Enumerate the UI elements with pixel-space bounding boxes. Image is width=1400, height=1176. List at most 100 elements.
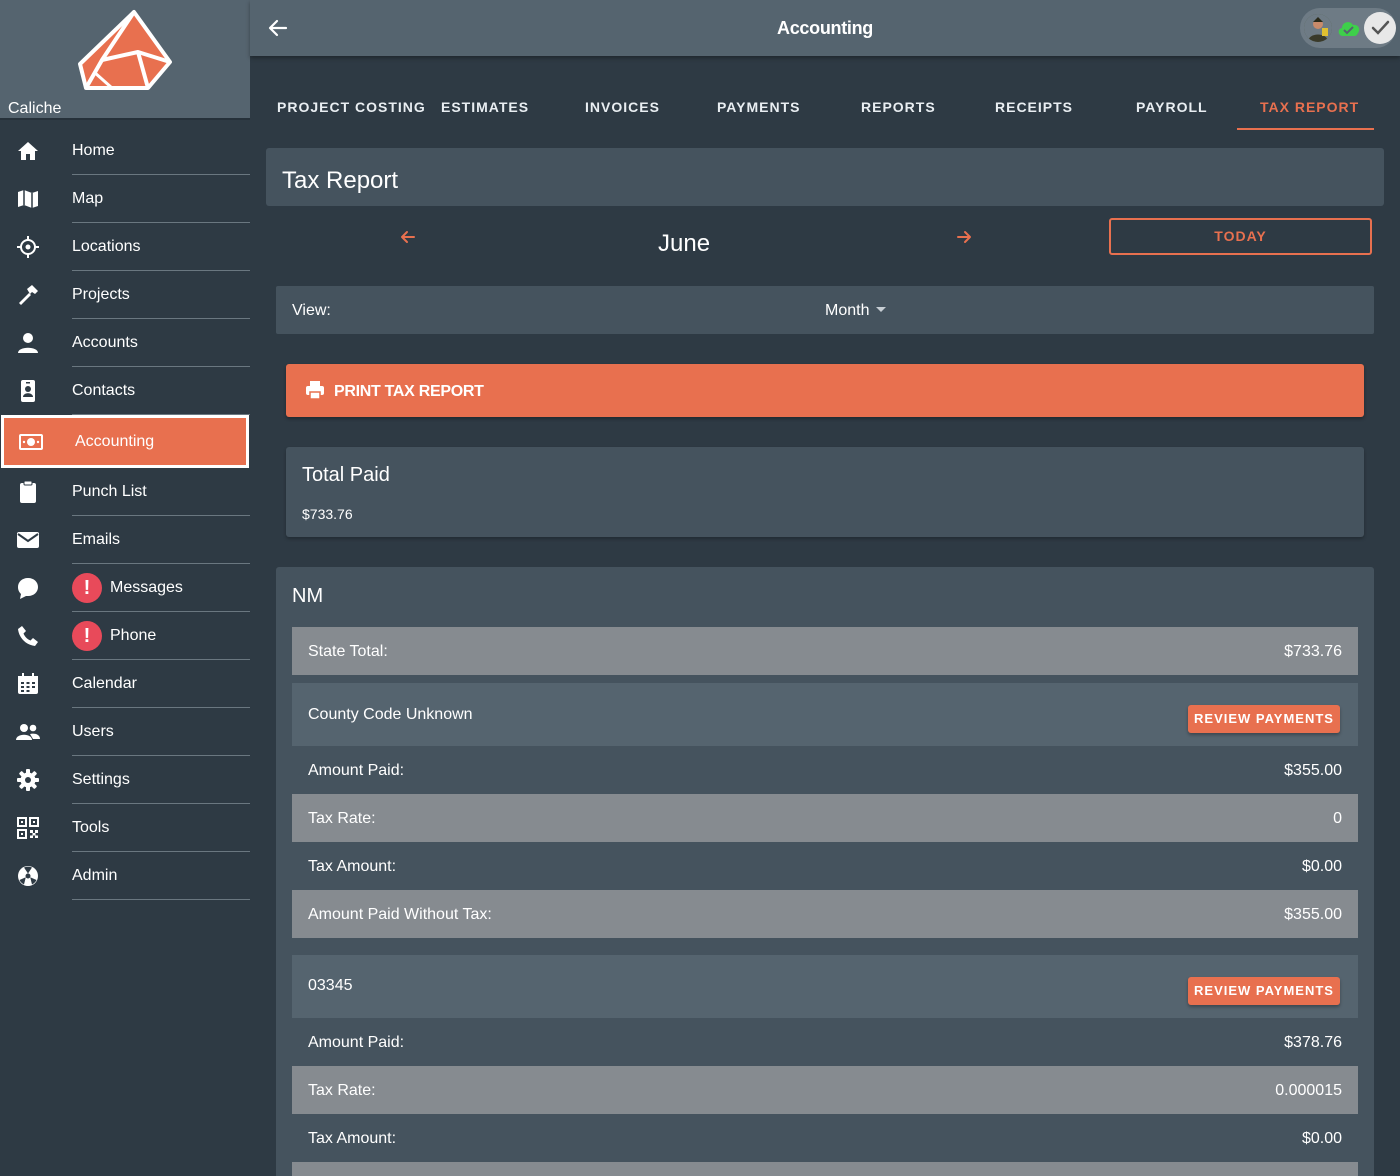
hammer-icon bbox=[19, 285, 38, 305]
sidebar-item-settings[interactable]: Settings bbox=[0, 756, 250, 804]
row-label: Amount Paid Without Tax: bbox=[308, 906, 492, 923]
tab-estimates[interactable]: ESTIMATES bbox=[441, 99, 529, 115]
accounting-tabs: PROJECT COSTING ESTIMATES INVOICES PAYME… bbox=[250, 56, 1400, 136]
sidebar-item-label: Punch List bbox=[72, 483, 147, 500]
view-select[interactable]: Month bbox=[825, 302, 869, 320]
page-title: Accounting bbox=[777, 18, 873, 38]
total-paid-label: Total Paid bbox=[302, 464, 390, 486]
sidebar-item-messages[interactable]: ! Messages bbox=[0, 564, 250, 612]
avatar[interactable] bbox=[1304, 14, 1332, 42]
row-value: $733.76 bbox=[1284, 643, 1342, 660]
today-button[interactable]: TODAY bbox=[1109, 218, 1372, 255]
cloud-sync-icon bbox=[1338, 22, 1360, 36]
sidebar-item-locations[interactable]: Locations bbox=[0, 223, 250, 271]
print-tax-report-button[interactable]: PRINT TAX REPORT bbox=[286, 364, 1364, 417]
next-month-arrow-icon[interactable] bbox=[954, 227, 974, 247]
envelope-icon bbox=[17, 532, 39, 548]
tab-project-costing[interactable]: PROJECT COSTING bbox=[277, 99, 426, 115]
home-icon bbox=[18, 142, 38, 160]
brand-header: Caliche bbox=[0, 0, 250, 120]
view-label: View: bbox=[292, 302, 331, 319]
sidebar-item-users[interactable]: Users bbox=[0, 708, 250, 756]
tab-reports[interactable]: REPORTS bbox=[861, 99, 936, 115]
phone-alert-badge: ! bbox=[72, 621, 102, 651]
row-value: 0.000015 bbox=[1275, 1082, 1342, 1099]
chat-icon bbox=[18, 578, 38, 599]
tax-report-header: Tax Report bbox=[266, 148, 1384, 206]
view-selector-row: View: Month bbox=[276, 286, 1374, 334]
location-crosshair-icon bbox=[17, 236, 39, 258]
check-icon[interactable] bbox=[1364, 12, 1396, 44]
previous-month-arrow-icon[interactable] bbox=[398, 227, 418, 247]
review-payments-button[interactable]: REVIEW PAYMENTS bbox=[1188, 977, 1340, 1005]
sidebar-item-emails[interactable]: Emails bbox=[0, 516, 250, 564]
tax-rate-row: Tax Rate: 0 bbox=[292, 794, 1358, 842]
gear-icon bbox=[17, 769, 39, 791]
messages-alert-badge: ! bbox=[72, 573, 102, 603]
total-paid-card: Total Paid $733.76 bbox=[286, 447, 1364, 537]
users-icon bbox=[16, 724, 40, 740]
calendar-icon bbox=[18, 673, 38, 694]
sidebar-item-label: Calendar bbox=[72, 675, 137, 692]
tab-invoices[interactable]: INVOICES bbox=[585, 99, 660, 115]
sidebar-item-tools[interactable]: Tools bbox=[0, 804, 250, 852]
county-name: County Code Unknown bbox=[308, 706, 473, 723]
admin-icon bbox=[18, 866, 38, 886]
review-payments-button[interactable]: REVIEW PAYMENTS bbox=[1188, 705, 1340, 733]
sidebar-item-calendar[interactable]: Calendar bbox=[0, 660, 250, 708]
divider bbox=[72, 899, 250, 900]
sidebar-item-label: Tools bbox=[72, 819, 110, 836]
row-value: $378.76 bbox=[1284, 1034, 1342, 1051]
person-icon bbox=[18, 333, 38, 353]
sidebar-item-label: Locations bbox=[72, 238, 141, 255]
sidebar-item-home[interactable]: Home bbox=[0, 127, 250, 175]
row-label: Tax Rate: bbox=[308, 1082, 376, 1099]
month-navigator: June TODAY bbox=[266, 214, 1384, 274]
sidebar-item-label: Messages bbox=[110, 579, 183, 596]
state-name: NM bbox=[292, 585, 324, 607]
amount-paid-row: Amount Paid: $378.76 bbox=[292, 1018, 1358, 1066]
amount-paid-row: Amount Paid: $355.00 bbox=[292, 746, 1358, 794]
amount-without-tax-row: Amount Paid Without Tax: $355.00 bbox=[292, 890, 1358, 938]
tax-amount-row: Tax Amount: $0.00 bbox=[292, 1114, 1358, 1162]
sidebar-item-label: Settings bbox=[72, 771, 130, 788]
chevron-down-icon[interactable] bbox=[876, 307, 886, 312]
state-total-row: State Total: $733.76 bbox=[292, 627, 1358, 675]
total-paid-value: $733.76 bbox=[302, 506, 353, 522]
sidebar-item-projects[interactable]: Projects bbox=[0, 271, 250, 319]
tax-amount-row: Tax Amount: $0.00 bbox=[292, 842, 1358, 890]
checkmark-glyph-icon bbox=[1371, 20, 1390, 35]
sidebar-item-label: Projects bbox=[72, 286, 130, 303]
sidebar-item-label: Map bbox=[72, 190, 104, 207]
tab-receipts[interactable]: RECEIPTS bbox=[995, 99, 1073, 115]
money-icon bbox=[19, 434, 43, 450]
sidebar-item-label: Admin bbox=[72, 867, 118, 884]
sidebar-item-label: Home bbox=[72, 142, 115, 159]
sidebar-item-accounts[interactable]: Accounts bbox=[0, 319, 250, 367]
contact-badge-icon bbox=[21, 380, 35, 402]
print-button-label: PRINT TAX REPORT bbox=[334, 383, 484, 400]
qr-code-icon bbox=[17, 817, 39, 839]
sidebar-item-punch-list[interactable]: Punch List bbox=[0, 468, 250, 516]
top-app-bar: Accounting bbox=[250, 0, 1400, 56]
printer-icon bbox=[306, 381, 324, 400]
sidebar-item-map[interactable]: Map bbox=[0, 175, 250, 223]
row-label: Amount Paid: bbox=[308, 1034, 405, 1051]
tab-payments[interactable]: PAYMENTS bbox=[717, 99, 800, 115]
tab-payroll[interactable]: PAYROLL bbox=[1136, 99, 1208, 115]
sidebar-item-accounting[interactable]: Accounting bbox=[1, 415, 249, 468]
sidebar-item-admin[interactable]: Admin bbox=[0, 852, 250, 900]
brand-name: Caliche bbox=[8, 100, 62, 117]
caliche-logo bbox=[78, 10, 172, 90]
amount-without-tax-row-partial bbox=[292, 1162, 1358, 1176]
sidebar-item-contacts[interactable]: Contacts bbox=[0, 367, 250, 415]
tab-tax-report[interactable]: TAX REPORT bbox=[1260, 99, 1359, 115]
sidebar-item-label: Emails bbox=[72, 531, 121, 548]
status-pill[interactable] bbox=[1300, 8, 1396, 48]
sidebar-item-phone[interactable]: ! Phone bbox=[0, 612, 250, 660]
active-tab-indicator bbox=[1237, 128, 1374, 130]
sidebar-item-label: Phone bbox=[110, 627, 157, 644]
sidebar-nav: Home Map Locations Projects Accounts Con… bbox=[0, 127, 250, 900]
row-label: Tax Rate: bbox=[308, 810, 376, 827]
sidebar-item-label: Accounts bbox=[72, 334, 138, 351]
